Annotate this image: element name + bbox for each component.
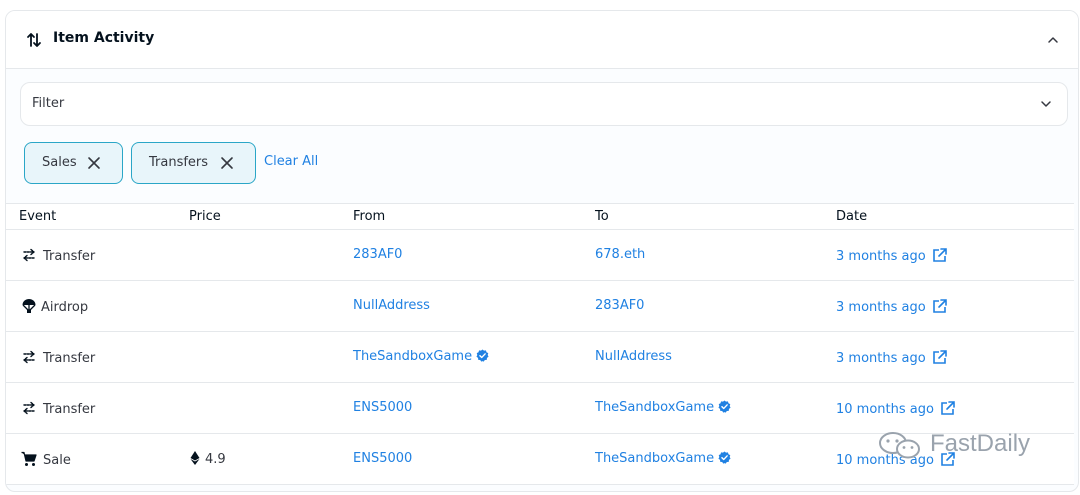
panel-header[interactable]: Item Activity [6,11,1078,69]
transfer-icon [23,350,35,364]
event-label: Airdrop [41,300,89,315]
verified-badge-icon [718,451,731,464]
chevron-down-icon [1041,101,1051,107]
transfer-icon [23,248,35,262]
date-link[interactable]: 3 months ago [836,351,926,366]
event-cell: Transfer [21,247,95,264]
external-link-icon[interactable] [932,298,948,314]
date-cell: 3 months ago [836,247,948,264]
wechat-icon [879,432,920,459]
table-row: Transfer ENS5000 TheSandboxGame 10 month… [6,383,1074,434]
event-cell: Airdrop [21,298,88,315]
event-cell: Transfer [21,349,95,366]
external-link-icon[interactable] [932,247,948,263]
transfer-icon [23,401,35,415]
event-label: Transfer [43,351,96,366]
column-header-event: Event [19,209,57,224]
watermark-text: FastDaily [930,430,1031,457]
filter-label: Filter [32,96,65,111]
ethereum-icon [190,451,200,465]
column-header-to: To [595,209,609,224]
event-label: Transfer [43,402,96,417]
to-link[interactable]: 678.eth [595,247,645,262]
clear-all-link[interactable]: Clear All [264,154,318,169]
date-cell: 3 months ago [836,298,948,315]
table-header: Event Price From To Date [6,203,1074,230]
chip-label: Sales [42,155,77,170]
airdrop-icon [22,299,36,313]
filter-chip-transfers[interactable]: Transfers [131,142,256,184]
filter-chip-sales[interactable]: Sales [24,142,123,184]
from-link[interactable]: NullAddress [353,298,430,313]
from-link[interactable]: TheSandboxGame [353,349,472,364]
event-cell: Transfer [21,400,95,417]
table-row: Airdrop NullAddress 283AF0 3 months ago [6,281,1074,332]
chevron-up-icon[interactable] [1046,33,1060,47]
date-cell: 3 months ago [836,349,948,366]
chip-label: Transfers [149,155,209,170]
external-link-icon[interactable] [940,400,956,416]
to-cell: TheSandboxGame [595,400,731,415]
to-link[interactable]: 283AF0 [595,298,644,313]
date-link[interactable]: 10 months ago [836,402,934,417]
to-link[interactable]: NullAddress [595,349,672,364]
date-cell: 10 months ago [836,400,956,417]
column-header-from: From [353,209,386,224]
to-link[interactable]: TheSandboxGame [595,400,714,415]
price-cell: 4.9 [190,451,226,467]
verified-badge-icon [718,400,731,413]
cart-icon [21,451,37,466]
to-link[interactable]: TheSandboxGame [595,451,714,466]
from-link[interactable]: 283AF0 [353,247,402,262]
table-row: Transfer 283AF0 678.eth 3 months ago [6,230,1074,281]
from-link[interactable]: ENS5000 [353,451,412,466]
column-header-price: Price [189,209,221,224]
to-cell: TheSandboxGame [595,451,731,466]
close-icon[interactable] [220,156,234,170]
panel-title: Item Activity [53,30,155,46]
from-link[interactable]: ENS5000 [353,400,412,415]
date-link[interactable]: 3 months ago [836,300,926,315]
filter-dropdown[interactable]: Filter [20,82,1068,126]
column-header-date: Date [836,209,868,224]
event-cell: Sale [21,451,71,468]
event-label: Sale [43,453,71,468]
table-row: Transfer TheSandboxGame NullAddress 3 mo… [6,332,1074,383]
item-activity-panel: Item Activity Filter Sales Transfers Cle… [5,10,1079,492]
price-value: 4.9 [205,452,226,467]
external-link-icon[interactable] [932,349,948,365]
date-link[interactable]: 3 months ago [836,249,926,264]
verified-badge-icon [476,349,489,362]
sort-arrows-icon [27,33,41,47]
event-label: Transfer [43,249,96,264]
from-cell: TheSandboxGame [353,349,489,364]
close-icon[interactable] [87,156,101,170]
